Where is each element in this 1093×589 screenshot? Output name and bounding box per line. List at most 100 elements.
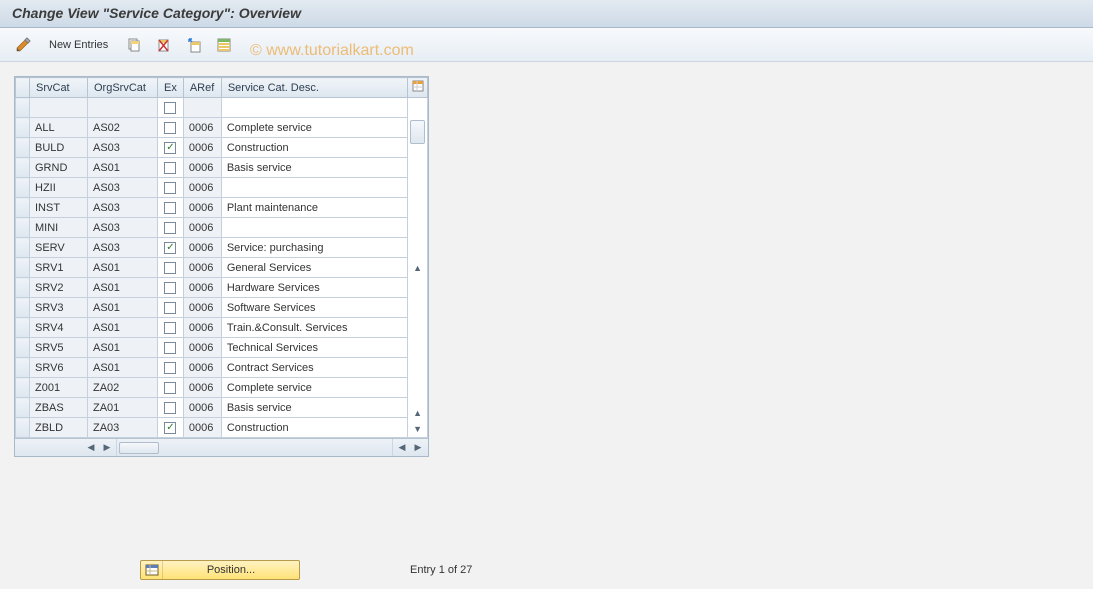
row-selector[interactable] — [16, 258, 30, 278]
hscroll-right-arrow-2-icon[interactable]: ▶ — [411, 441, 425, 455]
vscroll-up-arrow-icon[interactable]: ▲ — [413, 260, 422, 276]
cell-orgsrvcat[interactable]: AS01 — [88, 258, 158, 278]
cell-desc[interactable]: Basis service — [221, 158, 407, 178]
row-selector[interactable] — [16, 198, 30, 218]
row-selector[interactable] — [16, 418, 30, 438]
cell-desc[interactable]: Train.&Consult. Services — [221, 318, 407, 338]
cell-srvcat[interactable]: SRV6 — [30, 358, 88, 378]
cell-aref[interactable]: 0006 — [183, 338, 221, 358]
cell-aref[interactable]: 0006 — [183, 258, 221, 278]
cell-aref[interactable]: 0006 — [183, 398, 221, 418]
cell-ex-checkbox[interactable] — [158, 398, 184, 418]
cell-ex-checkbox[interactable] — [158, 278, 184, 298]
new-entries-button[interactable]: New Entries — [40, 34, 117, 56]
row-selector[interactable] — [16, 358, 30, 378]
cell-ex-checkbox[interactable] — [158, 338, 184, 358]
cell-desc[interactable]: Software Services — [221, 298, 407, 318]
column-header-orgsrvcat[interactable]: OrgSrvCat — [88, 78, 158, 98]
row-selector[interactable] — [16, 298, 30, 318]
hscroll-left-arrow-icon[interactable]: ◀ — [84, 441, 98, 455]
cell-orgsrvcat[interactable]: ZA01 — [88, 398, 158, 418]
column-header-ex[interactable]: Ex — [158, 78, 184, 98]
table-settings-button[interactable] — [408, 78, 428, 98]
row-selector[interactable] — [16, 338, 30, 358]
cell-aref[interactable]: 0006 — [183, 298, 221, 318]
cell-aref[interactable]: 0006 — [183, 358, 221, 378]
cell-aref[interactable]: 0006 — [183, 378, 221, 398]
cell-desc[interactable]: Complete service — [221, 118, 407, 138]
cell-ex-checkbox[interactable] — [158, 138, 184, 158]
cell-ex-checkbox[interactable] — [158, 98, 184, 118]
cell-ex-checkbox[interactable] — [158, 178, 184, 198]
column-header-srvcat[interactable]: SrvCat — [30, 78, 88, 98]
row-selector[interactable] — [16, 118, 30, 138]
cell-ex-checkbox[interactable] — [158, 118, 184, 138]
cell-ex-checkbox[interactable] — [158, 158, 184, 178]
cell-srvcat[interactable]: SRV1 — [30, 258, 88, 278]
cell-srvcat[interactable]: INST — [30, 198, 88, 218]
vscroll-thumb[interactable] — [410, 120, 425, 144]
cell-srvcat[interactable]: ZBLD — [30, 418, 88, 438]
row-selector[interactable] — [16, 178, 30, 198]
cell-orgsrvcat[interactable]: AS03 — [88, 238, 158, 258]
cell-orgsrvcat[interactable]: AS03 — [88, 198, 158, 218]
cell-aref[interactable]: 0006 — [183, 158, 221, 178]
cell-aref[interactable]: 0006 — [183, 418, 221, 438]
cell-srvcat[interactable]: ALL — [30, 118, 88, 138]
cell-ex-checkbox[interactable] — [158, 238, 184, 258]
cell-srvcat[interactable]: BULD — [30, 138, 88, 158]
cell-srvcat[interactable]: MINI — [30, 218, 88, 238]
row-selector[interactable] — [16, 378, 30, 398]
cell-aref[interactable]: 0006 — [183, 138, 221, 158]
row-selector[interactable] — [16, 98, 30, 118]
cell-aref[interactable]: 0006 — [183, 218, 221, 238]
cell-srvcat[interactable]: SRV4 — [30, 318, 88, 338]
hscroll-left-arrow-2-icon[interactable]: ◀ — [395, 441, 409, 455]
cell-orgsrvcat[interactable]: AS03 — [88, 138, 158, 158]
position-button[interactable]: Position... — [140, 560, 300, 580]
cell-desc[interactable] — [221, 98, 407, 118]
cell-ex-checkbox[interactable] — [158, 218, 184, 238]
row-selector[interactable] — [16, 138, 30, 158]
cell-srvcat[interactable]: SRV5 — [30, 338, 88, 358]
cell-desc[interactable] — [221, 218, 407, 238]
column-header-desc[interactable]: Service Cat. Desc. — [221, 78, 407, 98]
row-selector[interactable] — [16, 318, 30, 338]
hscroll-right-arrow-icon[interactable]: ▶ — [100, 441, 114, 455]
hscroll-thumb[interactable] — [119, 442, 159, 454]
row-selector[interactable] — [16, 278, 30, 298]
cell-orgsrvcat[interactable] — [88, 98, 158, 118]
vertical-scrollbar[interactable]: ▲▲▼ — [408, 98, 428, 438]
cell-desc[interactable]: Basis service — [221, 398, 407, 418]
cell-ex-checkbox[interactable] — [158, 258, 184, 278]
cell-orgsrvcat[interactable]: AS01 — [88, 318, 158, 338]
cell-srvcat[interactable]: SRV2 — [30, 278, 88, 298]
select-all-button[interactable] — [211, 34, 237, 56]
cell-aref[interactable]: 0006 — [183, 198, 221, 218]
cell-orgsrvcat[interactable]: AS03 — [88, 218, 158, 238]
vscroll-up-arrow-2-icon[interactable]: ▲ — [408, 405, 427, 421]
cell-desc[interactable]: Service: purchasing — [221, 238, 407, 258]
cell-ex-checkbox[interactable] — [158, 418, 184, 438]
cell-aref[interactable]: 0006 — [183, 318, 221, 338]
cell-srvcat[interactable]: GRND — [30, 158, 88, 178]
row-selector[interactable] — [16, 398, 30, 418]
cell-ex-checkbox[interactable] — [158, 378, 184, 398]
delete-button[interactable] — [151, 34, 177, 56]
cell-ex-checkbox[interactable] — [158, 198, 184, 218]
cell-aref[interactable]: 0006 — [183, 178, 221, 198]
cell-desc[interactable]: Technical Services — [221, 338, 407, 358]
row-selector[interactable] — [16, 238, 30, 258]
cell-srvcat[interactable]: Z001 — [30, 378, 88, 398]
cell-desc[interactable]: Contract Services — [221, 358, 407, 378]
cell-desc[interactable]: Construction — [221, 138, 407, 158]
cell-orgsrvcat[interactable]: AS01 — [88, 298, 158, 318]
cell-srvcat[interactable]: HZII — [30, 178, 88, 198]
row-selector[interactable] — [16, 218, 30, 238]
cell-srvcat[interactable]: ZBAS — [30, 398, 88, 418]
column-header-aref[interactable]: ARef — [183, 78, 221, 98]
cell-srvcat[interactable]: SRV3 — [30, 298, 88, 318]
cell-desc[interactable]: Hardware Services — [221, 278, 407, 298]
copy-as-button[interactable] — [121, 34, 147, 56]
cell-srvcat[interactable] — [30, 98, 88, 118]
